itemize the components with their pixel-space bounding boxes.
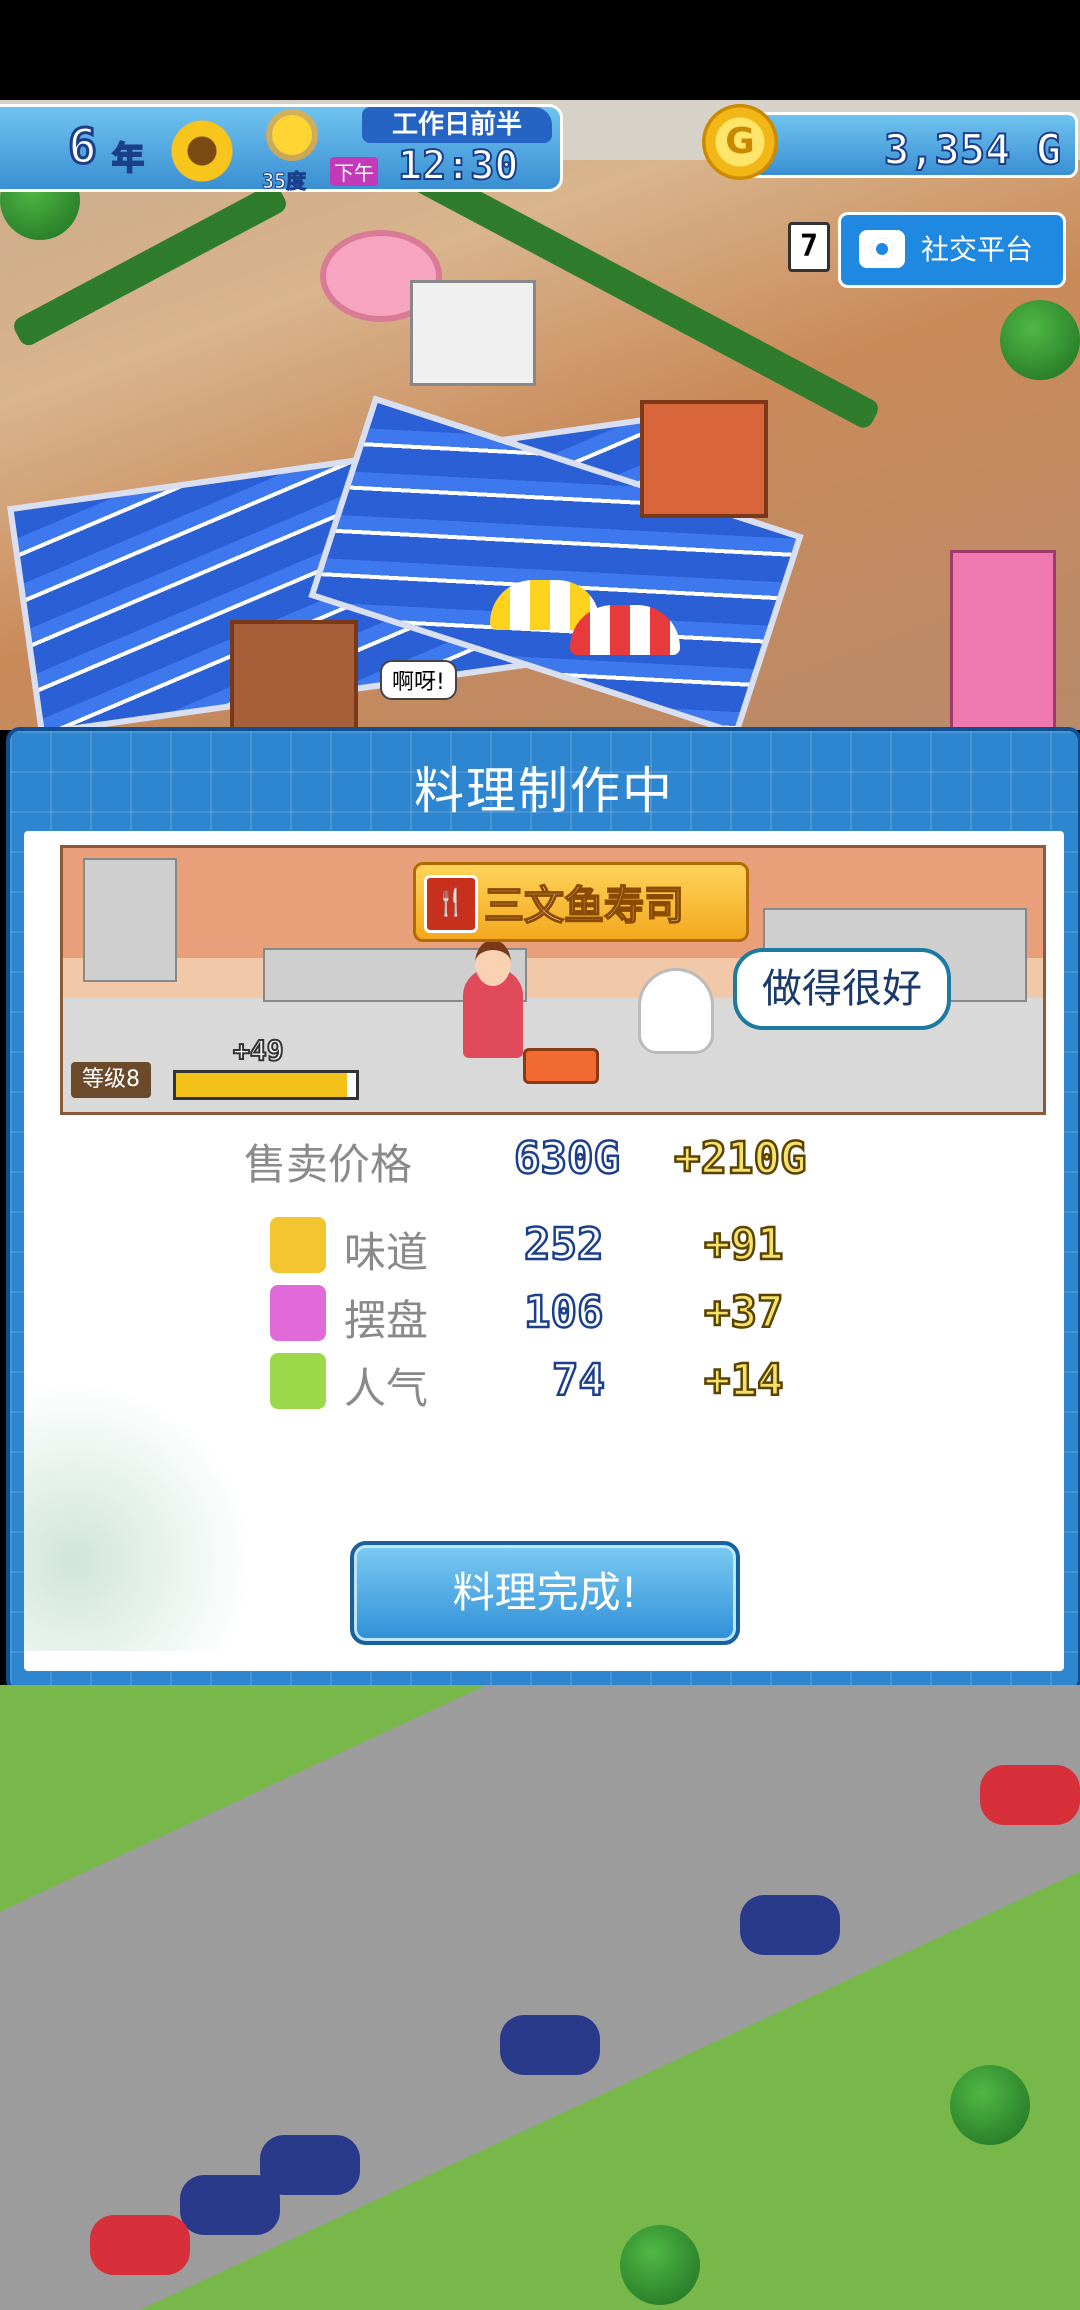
- park-scene-top[interactable]: 啊呀!: [0, 100, 1080, 730]
- cooking-complete-button[interactable]: 料理完成!: [350, 1541, 740, 1645]
- dialog-title: 料理制作中: [414, 762, 674, 820]
- kitchen-scene: 🍴 三文鱼寿司 做得很好 等级8 +49: [60, 845, 1046, 1115]
- clock-time: 12:30: [397, 142, 519, 190]
- tree: [950, 2065, 1030, 2145]
- social-platform-button[interactable]: 社交平台: [838, 212, 1066, 288]
- stat-label: 味道: [344, 1228, 429, 1277]
- food-stall[interactable]: [640, 400, 768, 518]
- sun-weather-icon: [272, 115, 312, 155]
- top-hud: 6 年 35度 工作日前半 下午 12:30 3,354 G G: [0, 100, 1080, 194]
- shop-building[interactable]: [230, 620, 358, 730]
- taste-icon: [270, 1217, 326, 1273]
- price-label: 售卖价格: [244, 1140, 413, 1189]
- exp-gain: +49: [232, 1033, 285, 1068]
- attraction-building[interactable]: [950, 550, 1056, 730]
- tree: [620, 2225, 700, 2305]
- stat-row-presentation: 摆盘 106 +37: [24, 1285, 1064, 1345]
- cooking-dialog: 料理制作中 🍴 三文鱼寿司 做得很好 等级8 +49 售卖价格 630G +21…: [6, 727, 1080, 1693]
- stat-bonus: +37: [703, 1286, 785, 1340]
- temperature: 35度: [261, 169, 307, 194]
- dialog-panel: 🍴 三文鱼寿司 做得很好 等级8 +49 售卖价格 630G +210G 味道 …: [24, 831, 1064, 1671]
- stat-row-popularity: 人气 74 +14: [24, 1353, 1064, 1413]
- restroom[interactable]: [410, 280, 536, 386]
- stat-label: 摆盘: [344, 1296, 429, 1345]
- stat-row-taste: 味道 252 +91: [24, 1217, 1064, 1277]
- parked-car: [90, 2215, 190, 2275]
- comment-bubble: 做得很好: [733, 948, 951, 1030]
- dish-banner: 🍴 三文鱼寿司: [413, 862, 749, 942]
- year-label: 年: [111, 138, 145, 178]
- price-bonus: +210G: [673, 1132, 808, 1186]
- stat-bonus: +14: [703, 1354, 785, 1408]
- stat-label: 人气: [344, 1364, 429, 1413]
- camera-icon: [859, 230, 905, 268]
- parked-car: [740, 1895, 840, 1955]
- price-row: 售卖价格 630G +210G: [24, 1131, 1064, 1191]
- exp-bar: [173, 1070, 359, 1100]
- presentation-icon: [270, 1285, 326, 1341]
- social-platform-label: 社交平台: [921, 233, 1034, 266]
- ampm-label: 下午: [330, 157, 378, 186]
- park-scene-bottom[interactable]: [0, 1685, 1080, 2310]
- stat-bonus: +91: [703, 1218, 785, 1272]
- chef-character: [463, 940, 523, 1058]
- parked-car: [980, 1765, 1080, 1825]
- money-amount: 3,354 G: [883, 124, 1062, 175]
- dish-name: 三文鱼寿司: [483, 882, 685, 930]
- sunflower-season-icon: [170, 119, 234, 183]
- parked-car: [500, 2015, 600, 2075]
- salmon-sushi-dish: [523, 1048, 599, 1084]
- stat-value: 74: [551, 1354, 606, 1408]
- fridge: [83, 858, 177, 982]
- date-weather-panel[interactable]: 6 年 35度 工作日前半 下午 12:30: [0, 104, 563, 194]
- social-notification-count: 7: [788, 222, 830, 272]
- stat-value: 106: [523, 1286, 605, 1340]
- exp-bar-fill: [176, 1073, 347, 1097]
- price-value: 630G: [513, 1132, 621, 1186]
- parked-car: [180, 2175, 280, 2235]
- fork-knife-icon: 🍴: [424, 875, 478, 933]
- gold-coin-icon: G: [702, 104, 778, 180]
- year-number: 6: [67, 118, 99, 177]
- popularity-icon: [270, 1353, 326, 1409]
- level-badge: 等级8: [71, 1062, 151, 1098]
- tree: [1000, 300, 1080, 380]
- stat-value: 252: [523, 1218, 605, 1272]
- visitor-speech-bubble: 啊呀!: [380, 660, 457, 700]
- goose-judge: [638, 968, 714, 1054]
- coin-symbol: G: [725, 121, 755, 162]
- period-label: 工作日前半: [362, 107, 552, 143]
